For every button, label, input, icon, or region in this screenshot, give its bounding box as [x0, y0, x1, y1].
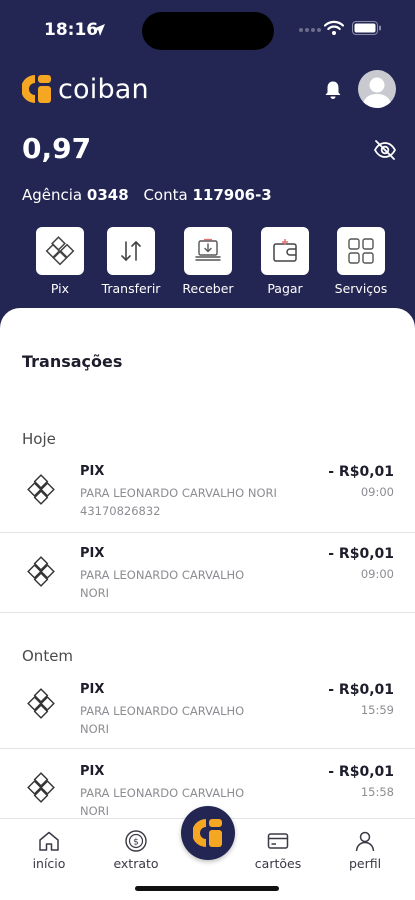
action-tile[interactable]: [337, 227, 385, 275]
transaction-time: 09:00: [360, 567, 394, 581]
action-receive[interactable]: Receber: [173, 227, 243, 296]
card-icon: [267, 833, 289, 849]
avatar-person-icon: [362, 77, 392, 108]
transaction-title: PIX: [80, 764, 105, 779]
center-coiban-button[interactable]: [181, 806, 235, 860]
transaction-title: PIX: [80, 464, 105, 479]
transaction-time: 09:00: [360, 485, 394, 499]
divider: [0, 532, 415, 533]
location-arrow-icon: [93, 24, 105, 36]
transaction-desc-line: NORI: [80, 586, 110, 600]
action-tile[interactable]: [184, 227, 232, 275]
transaction-amount: - R$0,01: [328, 464, 394, 480]
action-pay[interactable]: Pagar: [250, 227, 320, 296]
status-bar: 18:16: [0, 0, 415, 60]
home-icon: [39, 831, 59, 851]
coiban-logo-icon: [193, 819, 222, 847]
pix-icon: [27, 474, 55, 505]
divider: [0, 612, 415, 613]
divider: [0, 748, 415, 749]
nav-label: início: [32, 856, 66, 871]
transaction-row[interactable]: PIX PARA LEONARDO CARVALHO NORI - R$0,01…: [0, 682, 415, 742]
coiban-logo-icon: [22, 75, 51, 103]
action-services[interactable]: Serviços: [326, 227, 396, 296]
bell-icon[interactable]: [324, 80, 342, 100]
home-indicator[interactable]: [135, 886, 279, 891]
transaction-description: PARA LEONARDO CARVALHO NORI: [80, 566, 310, 602]
header-panel: 18:16 coiban 0,97 Agência 0348 Conta 117…: [0, 0, 415, 340]
pix-icon: [27, 688, 55, 719]
statement-coin-icon: $: [125, 830, 147, 852]
transaction-row[interactable]: PIX PARA LEONARDO CARVALHO NORI - R$0,01…: [0, 546, 415, 606]
battery-icon: [352, 21, 381, 35]
transaction-amount: - R$0,01: [328, 764, 394, 780]
nav-label: extrato: [113, 856, 159, 871]
transaction-desc-line: PARA LEONARDO CARVALHO NORI: [80, 486, 277, 500]
transaction-desc-line: 43170826832: [80, 504, 161, 518]
transaction-title: PIX: [80, 682, 105, 697]
transaction-description: PARA LEONARDO CARVALHO NORI: [80, 702, 310, 738]
action-pix[interactable]: Pix: [25, 227, 95, 296]
eye-off-icon[interactable]: [373, 139, 397, 161]
dynamic-island: [142, 12, 274, 50]
status-time: 18:16: [44, 20, 99, 40]
transaction-desc-line: PARA LEONARDO CARVALHO: [80, 704, 245, 718]
nav-label: cartões: [254, 856, 302, 871]
action-label: Pix: [50, 281, 70, 296]
transaction-desc-line: PARA LEONARDO CARVALHO: [80, 568, 245, 582]
action-label: Pagar: [267, 281, 303, 296]
transaction-time: 15:58: [360, 785, 394, 799]
nav-home[interactable]: início: [14, 829, 84, 871]
receive-icon: [195, 238, 221, 261]
day-label-yesterday: Ontem: [22, 647, 74, 665]
svg-text:$: $: [133, 838, 139, 848]
transactions-title: Transações: [22, 352, 123, 371]
pix-icon: [45, 236, 75, 266]
transaction-amount: - R$0,01: [328, 682, 394, 698]
action-tile[interactable]: [107, 227, 155, 275]
wallet-icon: [273, 239, 297, 262]
balance-value: 0,97: [22, 132, 92, 165]
nav-cards[interactable]: cartões: [243, 829, 313, 871]
action-tile[interactable]: [261, 227, 309, 275]
action-tile[interactable]: [36, 227, 84, 275]
transaction-time: 15:59: [360, 703, 394, 717]
agency-label: Agência: [22, 186, 83, 204]
signal-dots-icon: [299, 28, 321, 32]
transaction-title: PIX: [80, 546, 105, 561]
account-number: 117906-3: [192, 186, 272, 204]
nav-profile[interactable]: perfil: [330, 829, 400, 871]
account-label: Conta: [143, 186, 188, 204]
grid-icon: [348, 238, 374, 264]
action-label: Transferir: [101, 281, 161, 296]
action-transfer[interactable]: Transferir: [96, 227, 166, 296]
brand-name: coiban: [58, 73, 149, 105]
pix-icon: [27, 772, 55, 803]
transaction-row[interactable]: PIX PARA LEONARDO CARVALHO NORI 43170826…: [0, 464, 415, 524]
account-info: Agência 0348 Conta 117906-3: [22, 186, 272, 204]
agency-number: 0348: [86, 186, 129, 204]
nav-statement[interactable]: $ extrato: [101, 829, 171, 871]
brand-logo: coiban: [22, 72, 149, 106]
nav-label: perfil: [348, 856, 382, 871]
day-label-today: Hoje: [22, 430, 56, 448]
avatar[interactable]: [358, 70, 396, 108]
action-label: Serviços: [334, 281, 388, 296]
transfer-arrows-icon: [121, 241, 141, 261]
transaction-description: PARA LEONARDO CARVALHO NORI 43170826832: [80, 484, 310, 520]
wifi-icon: [324, 20, 344, 35]
transaction-amount: - R$0,01: [328, 546, 394, 562]
transaction-desc-line: PARA LEONARDO CARVALHO: [80, 786, 245, 800]
action-label: Receber: [182, 281, 234, 296]
transaction-desc-line: NORI: [80, 722, 110, 736]
quick-actions: Pix Transferir Receber Pagar Serviços: [30, 227, 390, 299]
pix-icon: [27, 556, 55, 587]
person-icon: [355, 831, 375, 852]
